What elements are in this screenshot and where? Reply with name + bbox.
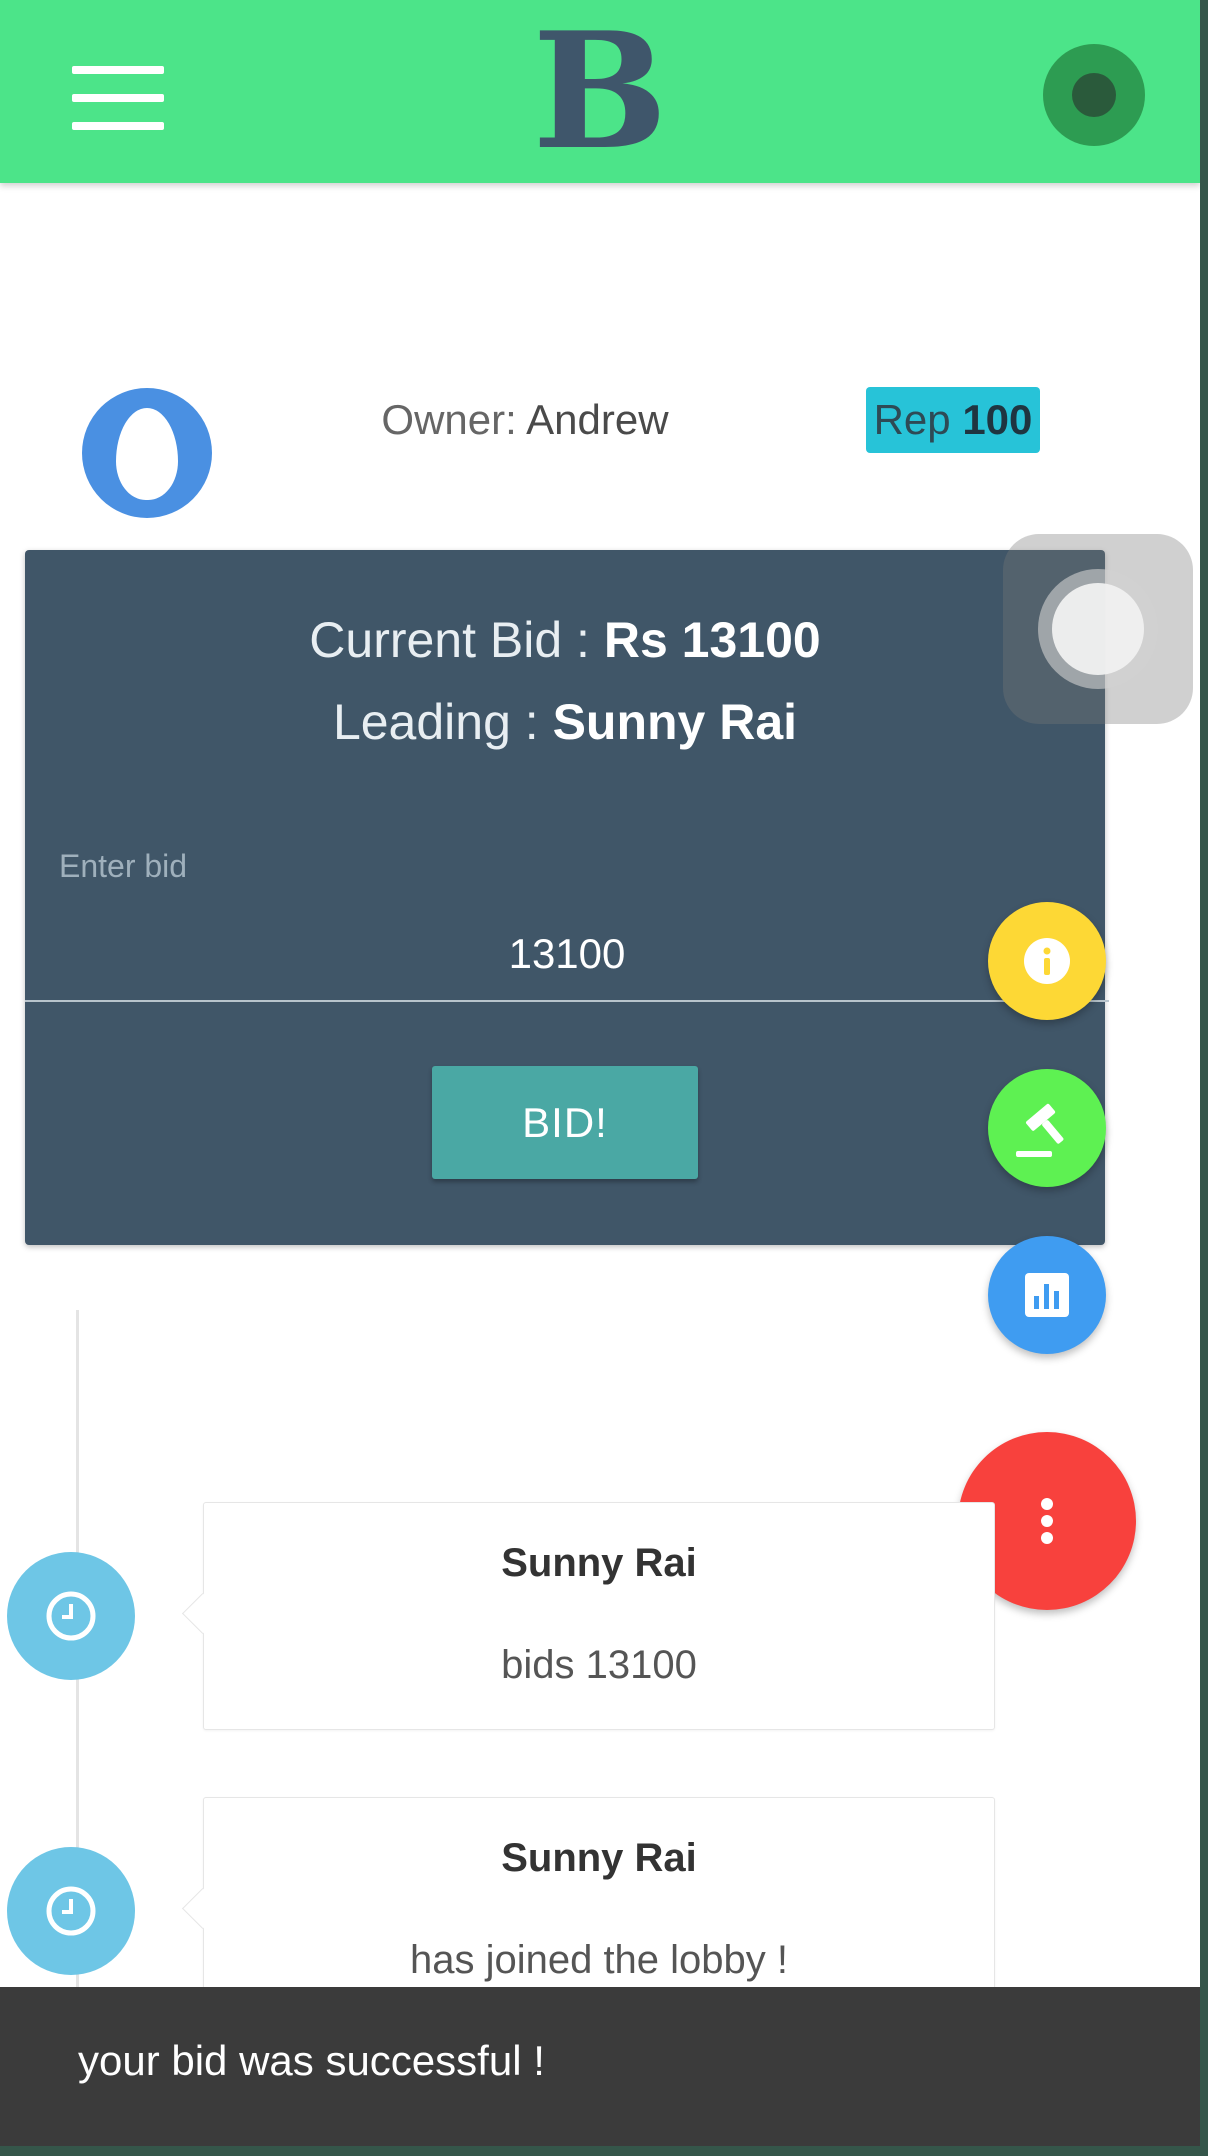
owner-label: Owner: (381, 396, 527, 443)
bid-amount-input[interactable] (25, 908, 1109, 1002)
app-screen: B Owner: Andrew Rep 100 Current Bid : Rs… (0, 0, 1200, 2146)
leading-label: Leading : (332, 694, 553, 750)
timeline-event: has joined the lobby ! (409, 1938, 789, 1982)
owner-line: Owner: Andrew (300, 392, 750, 448)
clock-icon (46, 1886, 96, 1936)
stats-button[interactable] (988, 1236, 1106, 1354)
reputation-badge: Rep 100 (866, 387, 1040, 453)
timeline-user: Sunny Rai (501, 1836, 697, 1880)
info-icon (1024, 938, 1070, 984)
snackbar-message: your bid was successful ! (78, 2037, 545, 2084)
auction-button[interactable] (988, 1069, 1106, 1187)
current-bid-line: Current Bid : Rs 13100 (25, 608, 1105, 672)
leading-line: Leading : Sunny Rai (25, 690, 1105, 754)
owner-avatar (82, 388, 212, 518)
egg-avatar-icon (116, 408, 178, 500)
top-app-bar: B (0, 0, 1200, 183)
gavel-icon (1016, 1103, 1064, 1157)
owner-name: Andrew (526, 396, 669, 443)
app-logo: B (532, 0, 668, 185)
profile-circle-icon[interactable] (1043, 44, 1145, 146)
bid-card: Current Bid : Rs 13100 Leading : Sunny R… (25, 550, 1109, 1245)
bid-button[interactable]: BID! (432, 1066, 698, 1179)
hamburger-menu-icon[interactable] (72, 64, 166, 134)
current-bid-label: Current Bid : (309, 612, 604, 668)
leading-value: Sunny Rai (552, 694, 798, 750)
timeline-dot (7, 1847, 135, 1975)
info-button[interactable] (988, 902, 1106, 1020)
rep-label: Rep (873, 396, 963, 443)
bar-chart-icon (1025, 1273, 1069, 1317)
rep-value: 100 (962, 396, 1033, 443)
enter-bid-label: Enter bid (59, 848, 188, 884)
timeline-user: Sunny Rai (501, 1541, 697, 1585)
current-bid-value: Rs 13100 (603, 612, 821, 668)
clock-icon (46, 1591, 96, 1641)
snackbar: your bid was successful ! (0, 1987, 1200, 2146)
assistive-touch-button[interactable] (1003, 534, 1193, 724)
timeline-event: bids 13100 (501, 1643, 697, 1687)
timeline-dot (7, 1552, 135, 1680)
timeline-item: Sunny Rai bids 13100 (181, 1502, 995, 1730)
